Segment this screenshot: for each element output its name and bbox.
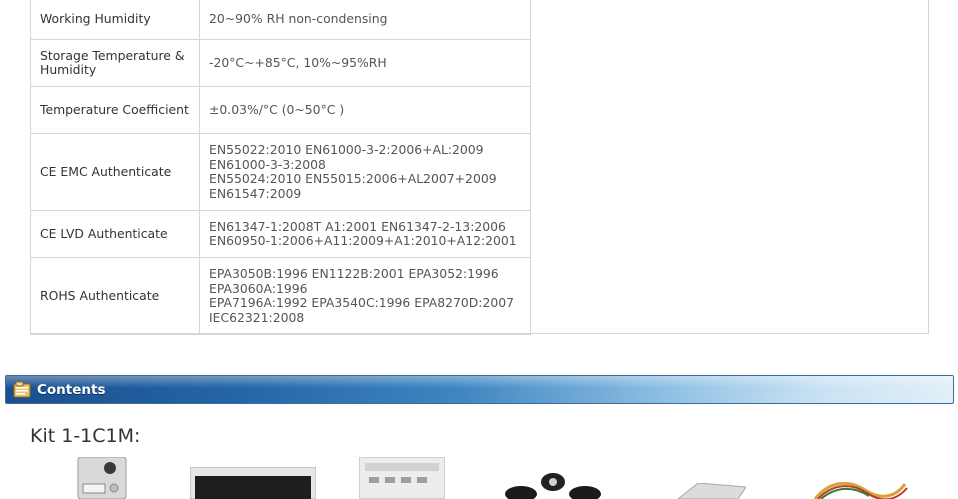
spec-value-line: EN61000-3-3:2008 [209, 156, 326, 172]
spec-key: CE EMC Authenticate [30, 133, 200, 211]
spec-key: CE LVD Authenticate [30, 210, 200, 258]
cable-icon [813, 481, 908, 499]
spec-key: Working Humidity [30, 0, 200, 40]
spec-value: EPA3050B:1996 EN1122B:2001 EPA3052:1996 … [199, 257, 531, 335]
spec-table: Working Humidity 20~90% RH non-condensin… [30, 0, 531, 335]
cover-icon [677, 483, 746, 499]
spec-value: ±0.03%/°C (0~50°C ) [199, 86, 531, 134]
section-title: Contents [37, 382, 106, 398]
spec-value: EN61347-1:2008T A1:2001 EN61347-2-13:200… [199, 210, 531, 258]
table-row: CE EMC Authenticate EN55022:2010 EN61000… [30, 133, 531, 211]
spec-value: EN55022:2010 EN61000-3-2:2006+AL:2009 EN… [199, 133, 531, 211]
table-row: Working Humidity 20~90% RH non-condensin… [30, 0, 531, 40]
door-station-icon [77, 457, 127, 499]
spec-key: ROHS Authenticate [30, 257, 200, 335]
spec-value-line: EPA7196A:1992 EPA3540C:1996 EPA8270D:200… [209, 295, 515, 310]
spec-value-line: EN55024:2010 EN55015:2006+AL2007+2009 [209, 171, 497, 186]
spec-value-line: IEC62321:2008 [209, 309, 305, 325]
spec-value-line: EPA3060A:1996 [209, 280, 308, 296]
spec-key: Temperature Coefficient [30, 86, 200, 134]
spec-value-line: EN61347-1:2008T A1:2001 EN61347-2-13:200… [209, 218, 506, 234]
table-row: Storage Temperature & Humidity -20°C~+85… [30, 39, 531, 87]
power-supply-icon [359, 457, 445, 499]
spec-value-line: EN55022:2010 EN61000-3-2:2006+AL:2009 [209, 142, 484, 157]
spec-value-line: EN61547:2009 [209, 185, 302, 201]
spec-key: Storage Temperature & Humidity [30, 39, 200, 87]
table-row: CE LVD Authenticate EN61347-1:2008T A1:2… [30, 210, 531, 258]
folder-icon [13, 381, 31, 398]
kit-title: Kit 1-1C1M: [30, 425, 141, 447]
monitor-icon [190, 467, 316, 499]
table-row: Temperature Coefficient ±0.03%/°C (0~50°… [30, 86, 531, 134]
spec-value-line: EPA3050B:1996 EN1122B:2001 EPA3052:1996 [209, 266, 499, 281]
spec-value: -20°C~+85°C, 10%~95%RH [199, 39, 531, 87]
contents-section-header: Contents [5, 375, 954, 404]
bracket-icon [505, 473, 601, 499]
spec-value-line: EN60950-1:2006+A11:2009+A1:2010+A12:2001 [209, 233, 517, 248]
table-row: ROHS Authenticate EPA3050B:1996 EN1122B:… [30, 257, 531, 335]
spec-value: 20~90% RH non-condensing [199, 0, 531, 40]
spec-table-container: Working Humidity 20~90% RH non-condensin… [30, 0, 929, 335]
